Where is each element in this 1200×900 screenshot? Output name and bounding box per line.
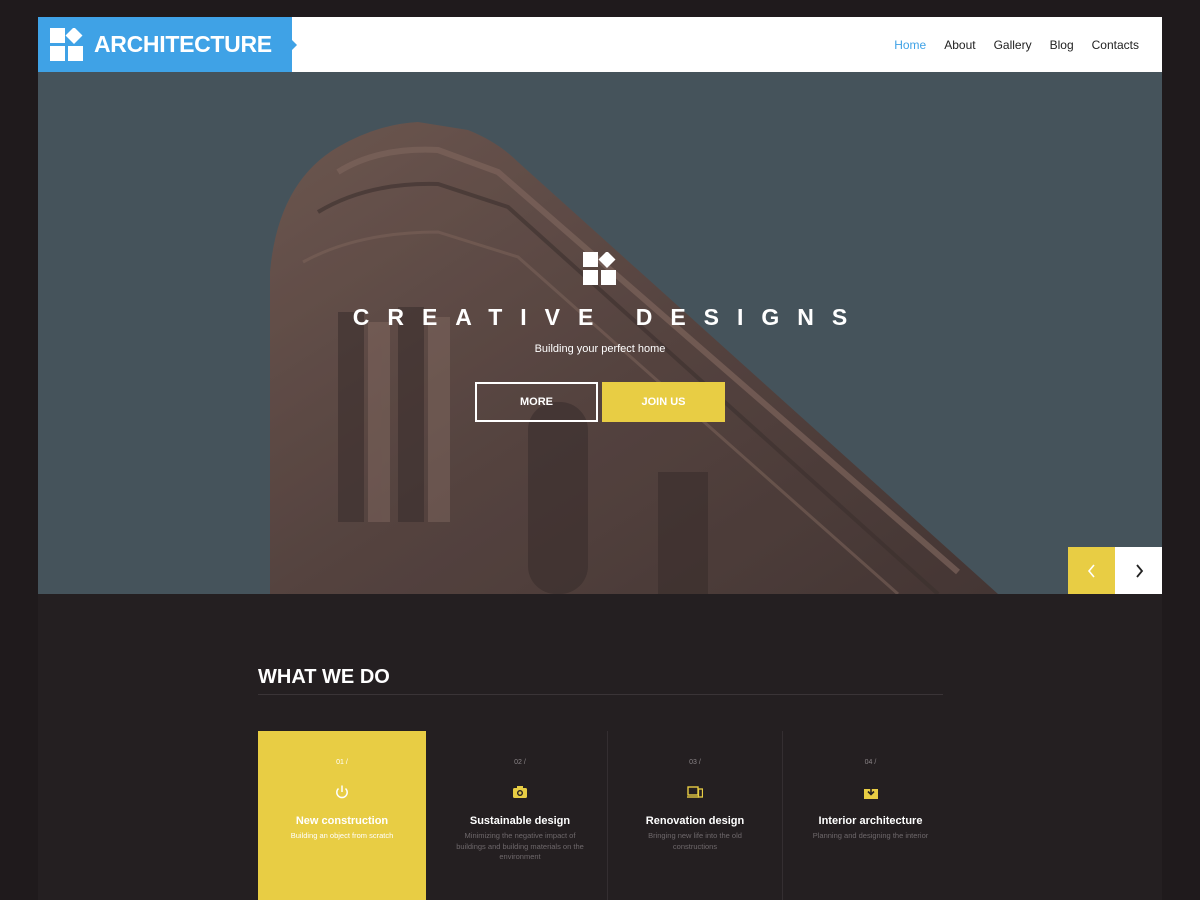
service-description: Minimizing the negative impact of buildi… <box>456 831 584 861</box>
nav-item-blog[interactable]: Blog <box>1050 38 1074 52</box>
nav-item-about[interactable]: About <box>944 38 975 52</box>
page-frame: ARCHITECTURE Home About Gallery Blog Con… <box>38 17 1162 900</box>
camera-icon <box>513 786 527 798</box>
slider-next-button[interactable] <box>1115 547 1162 594</box>
main-nav: Home About Gallery Blog Contacts <box>876 17 1139 72</box>
service-card-new-construction[interactable]: 01 / New construction Building an object… <box>258 731 426 900</box>
devices-icon <box>687 786 703 798</box>
hero-title: CREATIVE DESIGNS <box>352 304 866 330</box>
site-header: ARCHITECTURE Home About Gallery Blog Con… <box>38 17 1162 72</box>
service-title: Interior architecture <box>818 815 923 827</box>
logo-icon <box>50 27 83 61</box>
chevron-right-icon <box>1135 563 1143 578</box>
service-title: Sustainable design <box>469 815 571 827</box>
service-number: 02 / <box>514 759 526 766</box>
service-card-renovation-design[interactable]: 03 / Renovation design Bringing new life… <box>608 731 783 900</box>
power-icon <box>336 785 348 799</box>
service-description: Bringing new life into the old construct… <box>648 831 742 851</box>
section-title: WHAT WE DO <box>258 666 390 688</box>
more-button[interactable]: MORE <box>475 382 598 422</box>
hero-slider: CREATIVE DESIGNS Building your perfect h… <box>38 72 1162 594</box>
hero-subtitle: Building your perfect home <box>534 343 666 355</box>
download-icon <box>863 787 878 799</box>
chevron-left-icon <box>1087 563 1095 578</box>
service-title: New construction <box>295 815 389 827</box>
logo-text: ARCHITECTURE <box>94 31 272 57</box>
services-list: 01 / New construction Building an object… <box>258 731 958 900</box>
hero-content: CREATIVE DESIGNS Building your perfect h… <box>38 72 1162 594</box>
slider-prev-button[interactable] <box>1068 547 1115 594</box>
join-us-button[interactable]: JOIN US <box>602 382 725 422</box>
service-description: Building an object from scratch <box>290 831 394 840</box>
service-card-interior-architecture[interactable]: 04 / Interior architecture Planning and … <box>783 731 958 900</box>
logo[interactable]: ARCHITECTURE <box>38 17 297 72</box>
logo-icon <box>583 252 616 285</box>
service-title: Renovation design <box>645 815 745 827</box>
what-we-do-section: WHAT WE DO 01 / New construction Buildin… <box>38 594 1162 900</box>
nav-item-home[interactable]: Home <box>894 38 926 52</box>
nav-item-contacts[interactable]: Contacts <box>1092 38 1139 52</box>
service-number: 01 / <box>336 759 348 766</box>
service-number: 03 / <box>689 759 701 766</box>
divider <box>258 694 943 695</box>
nav-item-gallery[interactable]: Gallery <box>994 38 1032 52</box>
service-description: Planning and designing the interior <box>812 831 929 840</box>
service-number: 04 / <box>864 759 877 766</box>
service-card-sustainable-design[interactable]: 02 / Sustainable design Minimizing the n… <box>433 731 608 900</box>
